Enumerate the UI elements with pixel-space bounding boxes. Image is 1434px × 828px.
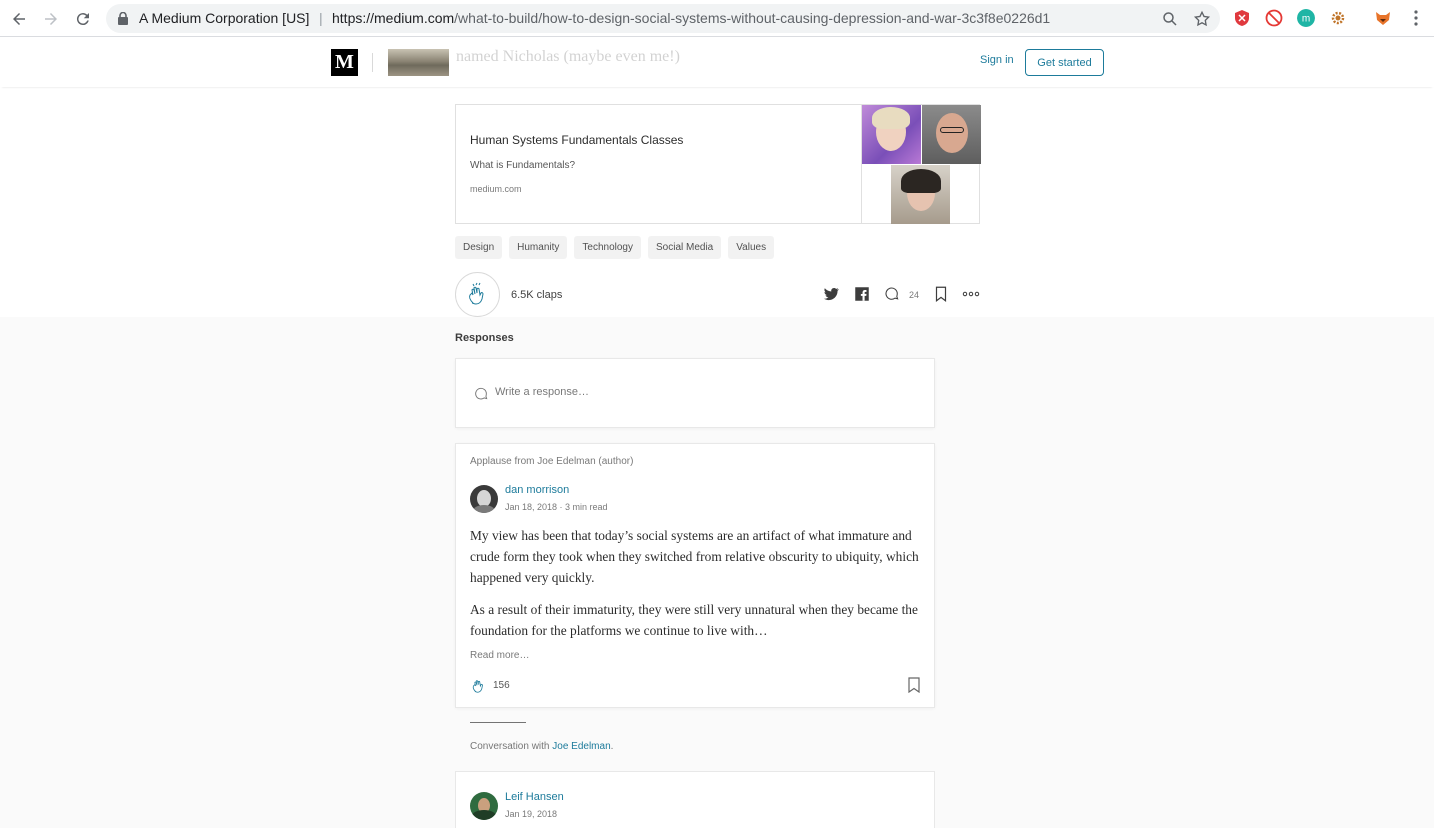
response-bookmark-icon[interactable] xyxy=(907,677,921,693)
m-extension-icon[interactable]: m xyxy=(1297,9,1315,27)
medium-header: named Nicholas (maybe even me!) M Sign i… xyxy=(0,38,1434,87)
response-clap-icon[interactable] xyxy=(470,677,488,695)
tag-values[interactable]: Values xyxy=(728,236,775,259)
get-started-button[interactable]: Get started xyxy=(1025,49,1104,76)
zoom-icon[interactable] xyxy=(1161,10,1179,28)
bookmark-icon[interactable] xyxy=(932,285,950,303)
header-divider xyxy=(372,53,373,72)
avatar[interactable] xyxy=(470,485,498,513)
response-card[interactable]: Leif Hansen Jan 19, 2018 xyxy=(455,771,935,828)
shield-extension-icon[interactable] xyxy=(1233,9,1251,27)
response-paragraph-2: As a result of their immaturity, they we… xyxy=(470,602,918,638)
more-options-icon[interactable] xyxy=(961,285,981,303)
applause-note: Applause from Joe Edelman (author) xyxy=(470,456,634,467)
clap-icon xyxy=(468,282,484,305)
speech-bubble-icon xyxy=(475,387,488,400)
response-clap-count: 156 xyxy=(493,680,510,691)
sign-in-link[interactable]: Sign in xyxy=(980,54,1014,66)
embed-subtitle: What is Fundamentals? xyxy=(470,160,576,171)
facebook-share-icon[interactable] xyxy=(853,285,871,303)
response-paragraph-1: My view has been that today’s social sys… xyxy=(470,528,919,585)
star-icon[interactable] xyxy=(1193,10,1211,28)
forward-icon[interactable] xyxy=(39,7,63,31)
fox-extension-icon[interactable] xyxy=(1374,9,1392,27)
url-text[interactable]: https://medium.com/what-to-build/how-to-… xyxy=(332,10,1050,26)
embed-domain: medium.com xyxy=(470,184,522,194)
omnibox-separator: | xyxy=(319,10,323,26)
conversation-author-link[interactable]: Joe Edelman xyxy=(552,741,610,752)
publication-logo[interactable] xyxy=(388,49,449,76)
twitter-share-icon[interactable] xyxy=(822,285,840,303)
response-meta: Jan 18, 2018 · 3 min read xyxy=(505,502,608,512)
response-author[interactable]: dan morrison xyxy=(505,484,569,496)
tag-humanity[interactable]: Humanity xyxy=(509,236,568,259)
conversation-label: Conversation with Joe Edelman. xyxy=(470,741,614,752)
tag-list: Design Humanity Technology Social Media … xyxy=(455,236,775,259)
svg-text:m: m xyxy=(1302,14,1310,25)
reload-icon[interactable] xyxy=(71,7,95,31)
gear-extension-icon[interactable] xyxy=(1329,9,1347,27)
responses-icon[interactable] xyxy=(883,285,901,303)
site-identity: A Medium Corporation [US] xyxy=(139,10,310,26)
link-embed-card[interactable]: Human Systems Fundamentals Classes What … xyxy=(455,104,981,224)
write-response-placeholder: Write a response… xyxy=(495,386,589,398)
conversation-divider xyxy=(470,722,526,723)
response-card[interactable]: Applause from Joe Edelman (author) dan m… xyxy=(455,443,935,708)
clap-button[interactable] xyxy=(455,272,500,317)
responses-count[interactable]: 24 xyxy=(909,290,919,300)
address-bar[interactable]: A Medium Corporation [US] | https://medi… xyxy=(106,4,1220,33)
lock-icon xyxy=(118,12,128,25)
response-author[interactable]: Leif Hansen xyxy=(505,791,564,803)
thumbnail-person-2 xyxy=(922,105,981,164)
embed-title: Human Systems Fundamentals Classes xyxy=(470,133,684,147)
browser-toolbar: A Medium Corporation [US] | https://medi… xyxy=(0,0,1434,37)
thumbnail-person-3 xyxy=(891,165,950,224)
back-icon[interactable] xyxy=(7,7,31,31)
embed-thumbnails xyxy=(861,105,981,224)
medium-logo[interactable]: M xyxy=(331,49,358,76)
block-extension-icon[interactable] xyxy=(1265,9,1283,27)
avatar[interactable] xyxy=(470,792,498,820)
response-meta: Jan 19, 2018 xyxy=(505,809,558,819)
menu-icon[interactable] xyxy=(1407,9,1425,27)
claps-count[interactable]: 6.5K claps xyxy=(511,289,562,301)
read-more-link[interactable]: Read more… xyxy=(470,650,529,661)
thumbnail-person-1 xyxy=(862,105,921,164)
scrolled-article-text: named Nicholas (maybe even me!) xyxy=(456,48,680,65)
responses-heading: Responses xyxy=(455,332,514,344)
tag-design[interactable]: Design xyxy=(455,236,503,259)
tag-social-media[interactable]: Social Media xyxy=(647,236,722,259)
tag-technology[interactable]: Technology xyxy=(574,236,641,259)
write-response-box[interactable]: Write a response… xyxy=(455,358,935,428)
